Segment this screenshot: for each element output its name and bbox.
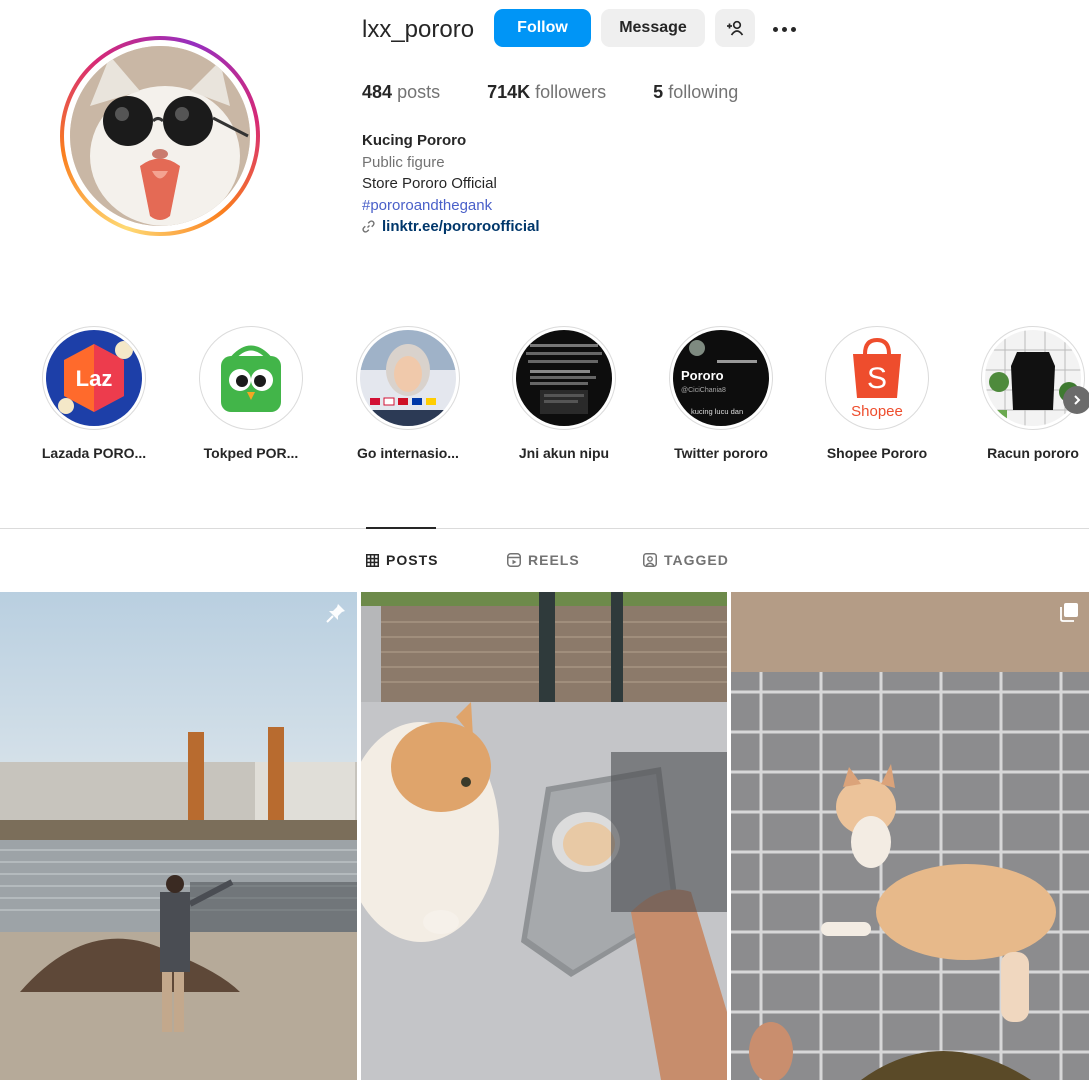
profile-avatar-ring[interactable] <box>60 36 260 236</box>
twitter-handle-text: @CiciChania8 <box>681 387 726 394</box>
highlight-cover: S Shopee <box>829 330 925 426</box>
highlight-item[interactable]: Laz Lazada PORO... <box>19 326 169 461</box>
followers-stat[interactable]: 714K followers <box>487 82 606 103</box>
carousel-icon <box>1060 603 1078 622</box>
profile-avatar <box>70 46 250 226</box>
highlight-label: Racun pororo <box>987 445 1079 461</box>
bio-text: Store Pororo Official <box>362 175 497 192</box>
highlight-label: Tokped POR... <box>203 445 299 461</box>
twitter-caption-text: kucing lucu dan <box>691 407 743 416</box>
tab-reels[interactable]: REELS <box>507 552 580 568</box>
suggested-accounts-button[interactable] <box>715 9 755 47</box>
highlight-cover: Pororo @CiciChania8 kucing lucu dan <box>673 330 769 426</box>
tabs-divider <box>0 528 1089 529</box>
bio-external-link[interactable]: linktr.ee/pororoofficial <box>362 216 540 238</box>
highlight-label: Lazada PORO... <box>41 445 147 461</box>
follow-button[interactable]: Follow <box>494 9 591 47</box>
svg-text:S: S <box>867 362 887 395</box>
add-person-icon <box>727 20 744 36</box>
highlight-cover <box>985 330 1081 426</box>
story-highlights: Laz Lazada PORO... Tokped POR... Go inte… <box>0 326 1089 476</box>
grid-icon <box>366 553 379 567</box>
highlight-label: Jni akun nipu <box>518 445 610 461</box>
post-thumbnail[interactable] <box>0 592 357 1080</box>
profile-category: Public figure <box>362 153 445 171</box>
profile-bio: Kucing Pororo Public figure Store Pororo… <box>362 130 540 238</box>
bio-hashtag-link[interactable]: #pororoandthegank <box>362 195 540 217</box>
profile-stats: 484 posts 714K followers 5 following <box>362 82 785 103</box>
laz-logo-text: Laz <box>76 366 113 391</box>
post-thumbnail[interactable] <box>731 592 1089 1080</box>
highlight-item[interactable]: Go internasio... <box>333 326 483 461</box>
link-icon <box>362 220 375 233</box>
highlights-next-button[interactable] <box>1063 386 1089 414</box>
shopee-logo-text: Shopee <box>851 403 903 420</box>
reels-icon <box>507 553 521 567</box>
highlight-item[interactable]: S Shopee Shopee Pororo <box>802 326 952 461</box>
message-button[interactable]: Message <box>601 9 705 47</box>
highlight-cover <box>516 330 612 426</box>
highlight-cover: Laz <box>46 330 142 426</box>
highlight-cover <box>203 330 299 426</box>
post-thumbnail[interactable] <box>361 592 727 1080</box>
pin-icon <box>326 604 345 623</box>
highlight-item[interactable]: Jni akun nipu <box>489 326 639 461</box>
highlight-item[interactable]: Tokped POR... <box>176 326 326 461</box>
following-stat[interactable]: 5 following <box>653 82 738 103</box>
chevron-right-icon <box>1074 395 1081 405</box>
profile-username: lxx_pororo <box>362 16 475 43</box>
twitter-name-text: Pororo <box>681 368 724 383</box>
more-options-icon[interactable] <box>768 15 800 43</box>
highlight-label: Shopee Pororo <box>826 445 928 461</box>
highlight-label: Go internasio... <box>357 445 459 461</box>
tab-tagged[interactable]: TAGGED <box>643 552 729 568</box>
tab-posts[interactable]: POSTS <box>366 552 438 568</box>
highlight-label: Twitter pororo <box>674 445 768 461</box>
posts-stat: 484 posts <box>362 82 441 102</box>
tagged-icon <box>643 553 657 567</box>
profile-tabs: POSTS REELS TAGGED <box>0 552 1089 572</box>
active-tab-indicator <box>366 527 436 529</box>
highlight-cover <box>360 330 456 426</box>
highlight-item[interactable]: Pororo @CiciChania8 kucing lucu dan Twit… <box>646 326 796 461</box>
profile-full-name: Kucing Pororo <box>362 132 467 149</box>
